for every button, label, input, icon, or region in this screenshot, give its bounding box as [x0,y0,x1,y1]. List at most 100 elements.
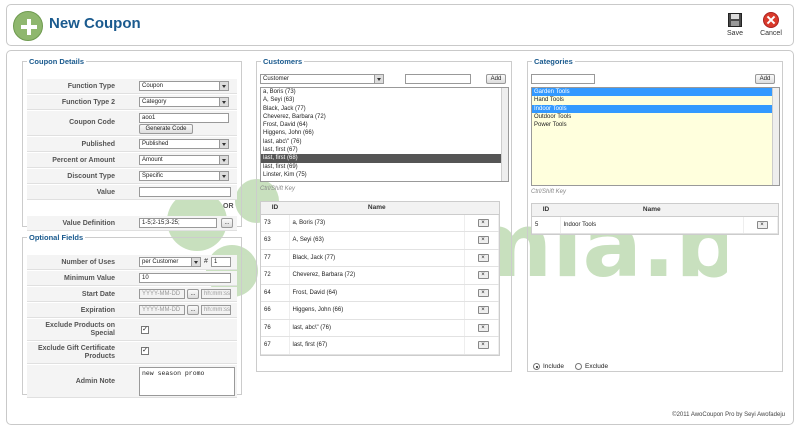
function-type2-select[interactable]: Category [139,97,229,107]
value-definition-button[interactable]: ... [221,218,233,228]
expiration-label: Expiration [80,307,115,314]
function-type-select[interactable]: Coupon [139,81,229,91]
include-label: Include [543,363,564,370]
category-list-item[interactable]: Outdoor Tools [532,113,779,121]
customer-search-input[interactable] [405,74,471,84]
category-list-item[interactable]: Power Tools [532,121,779,129]
delete-button[interactable]: × [477,218,489,227]
category-list-item[interactable]: Hand Tools [532,96,779,104]
number-of-uses-select[interactable]: per Customer [139,257,201,267]
include-radio[interactable] [533,363,540,370]
chevron-down-icon [219,172,228,180]
category-table-header: ID Name [532,204,778,217]
expiration-calendar-button[interactable]: ... [187,305,199,315]
customer-add-button[interactable]: Add [486,74,506,84]
start-time-input[interactable]: hh:mm:ss [201,289,231,299]
discount-type-select[interactable]: Specific [139,171,229,181]
admin-note-textarea[interactable]: new season promo [139,367,235,396]
start-date-input[interactable]: YYYY-MM-DD [139,289,185,299]
customer-id-cell: 67 [261,336,290,355]
minimum-value-input[interactable]: 10 [139,273,231,283]
category-add-button[interactable]: Add [755,74,775,84]
delete-button[interactable]: × [477,288,489,297]
start-date-calendar-button[interactable]: ... [187,289,199,299]
function-type2-row: Function Type 2 Category [27,95,237,110]
discount-type-row: Discount Type Specific [27,169,237,184]
value-definition-input[interactable]: 1-5;2-15;3-25; [139,218,217,228]
table-row: 76 last, abc\" (76) × [261,319,499,337]
coupon-code-input[interactable]: aoo1 [139,113,229,123]
delete-button[interactable]: × [756,220,768,229]
admin-note-row: Admin Note new season promo [27,365,237,398]
function-type2-label: Function Type 2 [61,99,115,106]
floppy-disk-icon [728,13,742,27]
percent-amount-select[interactable]: Amount [139,155,229,165]
expiration-time-input[interactable]: hh:mm:ss [201,305,231,315]
minimum-value-row: Minimum Value 10 [27,271,237,286]
optional-fields-fieldset: Optional Fields Number of Uses per Custo… [22,233,242,398]
delete-button[interactable]: × [477,271,489,280]
coupon-code-row: Coupon Code aoo1 Generate Code [27,111,237,136]
customer-list-item[interactable]: Cheverez, Barbara (72) [261,113,508,121]
customer-list-item[interactable]: last, first (67) [261,146,508,154]
exclude-special-checkbox[interactable]: ✓ [141,326,149,334]
table-row: 67 last, first (67) × [261,336,499,355]
delete-button[interactable]: × [477,306,489,315]
published-value: Published [142,141,169,147]
customer-list-item[interactable]: Black, Jack (77) [261,105,508,113]
customer-id-cell: 77 [261,249,290,267]
category-name-header: Name [560,204,744,217]
generate-code-button[interactable]: Generate Code [139,124,193,134]
number-of-uses-row: Number of Uses per Customer # 1 [27,255,237,270]
value-input[interactable] [139,187,231,197]
table-row: 77 Black, Jack (77) × [261,249,499,267]
published-select[interactable]: Published [139,139,229,149]
category-table: ID Name 5 Indoor Tools × [531,203,779,235]
table-row: 73 a, Boris (73) × [261,214,499,232]
number-of-uses-count[interactable]: 1 [211,257,231,267]
category-list-item-selected[interactable]: Garden Tools [532,88,779,97]
chevron-down-icon [219,140,228,148]
category-action-header [743,204,778,217]
coupon-details-legend: Coupon Details [29,57,85,66]
main-panel: Joomla.bid Coupon Details Function Type … [6,50,794,425]
category-list-scrollbar[interactable] [772,88,779,185]
customer-list-item-selected[interactable]: last, first (68) [261,154,508,163]
customer-list-item[interactable]: a, Boris (73) [261,88,508,96]
customer-list[interactable]: a, Boris (73) A, Seyi (63) Black, Jack (… [260,87,509,182]
chevron-down-icon [219,82,228,90]
exclude-gift-label: Exclude Gift Certificate Products [37,345,115,360]
function-type-value: Coupon [142,83,164,89]
save-button[interactable]: Save [717,10,753,42]
delete-button[interactable]: × [477,236,489,245]
customer-list-item[interactable]: last, abc\" (76) [261,138,508,146]
customer-list-item[interactable]: A, Seyi (63) [261,96,508,104]
delete-button[interactable]: × [477,253,489,262]
customer-name-header: Name [289,202,465,215]
category-search-input[interactable] [531,74,595,84]
footer-copyright: ©2011 AwoCoupon Pro by Seyi Awofadeju [672,412,785,418]
category-list[interactable]: Garden Tools Hand Tools Indoor Tools Out… [531,87,780,186]
published-row: Published Published [27,137,237,152]
delete-button[interactable]: × [477,341,489,350]
expiration-row: Expiration YYYY-MM-DD ... hh:mm:ss [27,303,237,318]
customer-list-scrollbar[interactable] [501,88,508,181]
customer-type-select[interactable]: Customer [260,74,384,84]
exclude-radio[interactable] [575,363,582,370]
customer-id-cell: 66 [261,301,290,320]
coupon-details-fieldset: Coupon Details Function Type Coupon Func… [22,57,242,231]
customer-list-item[interactable]: last, first (69) [261,163,508,171]
category-list-item-selected[interactable]: Indoor Tools [532,104,779,113]
hash-label: # [204,258,208,265]
discount-type-label: Discount Type [67,173,115,180]
customers-fieldset: Customers Customer Add a, Boris (73) A, … [256,57,512,372]
customer-list-hint: Ctrl/Shift Key [260,186,296,192]
delete-button[interactable]: × [477,323,489,332]
customer-list-item[interactable]: Frost, David (64) [261,121,508,129]
customer-list-item[interactable]: Higgens, John (66) [261,129,508,137]
exclude-gift-checkbox[interactable]: ✓ [141,347,149,355]
cancel-button[interactable]: Cancel [753,10,789,42]
optional-fields-legend: Optional Fields [29,233,84,242]
expiration-date-input[interactable]: YYYY-MM-DD [139,305,185,315]
customer-list-item[interactable]: Linster, Kim (75) [261,171,508,179]
